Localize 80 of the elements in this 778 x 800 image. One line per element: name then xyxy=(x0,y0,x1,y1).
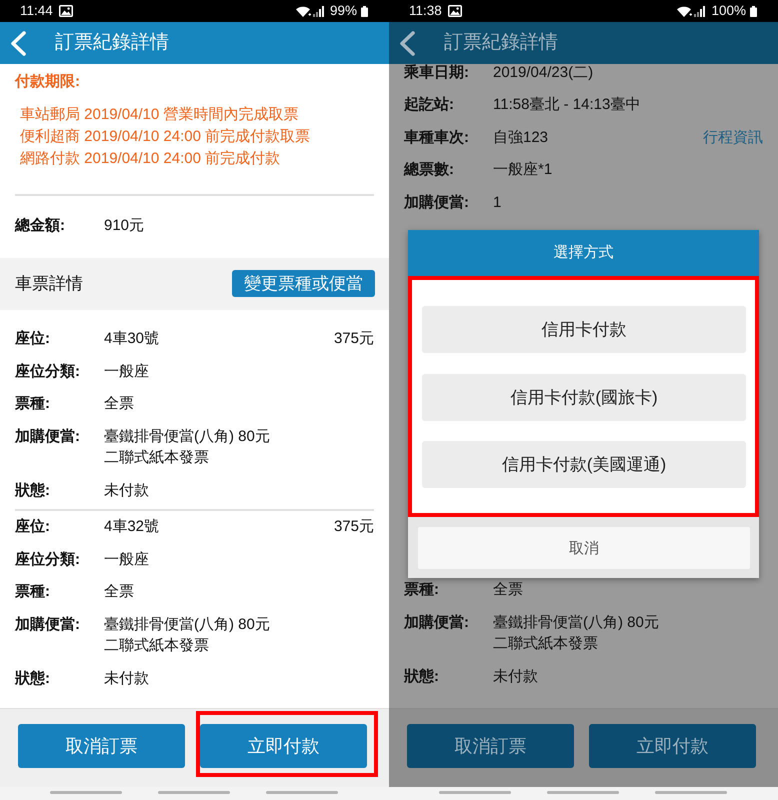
dialog-title: 選擇方式 xyxy=(408,230,759,276)
status-time: 11:44 xyxy=(20,3,53,19)
row-label: 座位: xyxy=(15,517,51,537)
action-button[interactable]: 取消訂票 xyxy=(18,724,185,768)
payment-option[interactable]: 信用卡付款 xyxy=(422,306,746,353)
battery-percent: 100% xyxy=(711,3,746,19)
row-value: 未付款 xyxy=(104,480,149,500)
row-value: 自強123 xyxy=(493,128,548,148)
row-value: 一般座*1 xyxy=(493,160,552,180)
row-value: 1 xyxy=(493,192,502,213)
battery-icon xyxy=(361,6,368,16)
change-ticket-button[interactable]: 變更票種或便當 xyxy=(232,270,375,296)
row-label: 加購便當: xyxy=(15,426,81,446)
nav-pill xyxy=(266,791,338,794)
action-button[interactable]: 立即付款 xyxy=(589,724,756,768)
row-value: 未付款 xyxy=(493,666,538,686)
row-price: 375元 xyxy=(334,329,374,349)
nav-pill xyxy=(547,791,619,794)
battery-icon xyxy=(750,6,757,16)
row-label: 總票數: xyxy=(404,160,455,180)
row-label: 總金額: xyxy=(15,216,66,236)
row-label: 車種車次: xyxy=(404,128,470,148)
row-label: 加購便當: xyxy=(15,614,81,634)
status-time: 11:38 xyxy=(409,3,442,19)
row-label: 乘車日期: xyxy=(404,64,470,83)
deadline-line: 便利超商 2019/04/10 24:00 前完成付款取票 xyxy=(20,127,310,147)
row-label: 座位分類: xyxy=(15,550,81,570)
section-title: 車票詳情 xyxy=(15,273,83,295)
battery-percent: 99% xyxy=(330,3,357,19)
action-button[interactable]: 取消訂票 xyxy=(407,724,574,768)
deadline-title: 付款期限: xyxy=(15,72,81,92)
image-icon xyxy=(448,5,462,17)
back-icon[interactable] xyxy=(399,30,415,56)
nav-pill xyxy=(655,791,727,794)
trip-info-link[interactable]: 行程資訊 xyxy=(703,128,763,148)
screen-title: 訂票紀錄詳情 xyxy=(444,31,558,55)
row-label: 票種: xyxy=(404,580,440,600)
row-value: 臺鐵排骨便當(八角) 80元 xyxy=(104,426,270,446)
row-label: 座位: xyxy=(15,329,51,349)
row-value: 4車30號 xyxy=(104,329,160,349)
row-label: 票種: xyxy=(15,394,51,414)
row-price: 375元 xyxy=(334,517,374,537)
row-value: 臺鐵排骨便當(八角) 80元 xyxy=(104,614,270,634)
row-value: 全票 xyxy=(104,394,134,414)
row-label: 狀態: xyxy=(15,668,51,688)
wifi-icon xyxy=(296,6,311,16)
payment-option[interactable]: 信用卡付款(國旅卡) xyxy=(422,374,746,420)
row-label: 起訖站: xyxy=(404,95,455,116)
row-label: 加購便當: xyxy=(404,612,470,632)
cancel-button[interactable]: 取消 xyxy=(418,527,750,569)
row-label: 加購便當: xyxy=(404,192,470,213)
row-label: 座位分類: xyxy=(15,362,81,382)
nav-pill xyxy=(50,791,122,794)
row-value: 4車32號 xyxy=(104,517,160,537)
row-value: 全票 xyxy=(493,580,523,600)
row-label: 票種: xyxy=(15,582,51,602)
row-value: 二聯式紙本發票 xyxy=(104,448,209,468)
row-label: 狀態: xyxy=(404,666,440,686)
row-value: 一般座 xyxy=(104,362,149,382)
row-value: 一般座 xyxy=(104,550,149,570)
signal-icon xyxy=(694,6,706,16)
deadline-line: 網路付款 2019/04/10 24:00 前完成付款 xyxy=(20,149,280,169)
row-value: 910元 xyxy=(104,216,144,236)
image-icon xyxy=(58,5,73,17)
row-value: 二聯式紙本發票 xyxy=(493,634,598,654)
row-value: 11:58臺北 - 14:13臺中 xyxy=(493,95,640,116)
row-label: 狀態: xyxy=(15,480,51,500)
nav-pill xyxy=(439,791,511,794)
screen-title: 訂票紀錄詳情 xyxy=(55,31,169,55)
row-value: 二聯式紙本發票 xyxy=(104,636,209,656)
payment-option[interactable]: 信用卡付款(美國運通) xyxy=(422,441,746,488)
wifi-icon xyxy=(677,6,692,16)
deadline-line: 車站郵局 2019/04/10 營業時間內完成取票 xyxy=(20,105,298,125)
action-button[interactable]: 立即付款 xyxy=(200,724,367,768)
signal-icon xyxy=(312,6,324,16)
row-value: 全票 xyxy=(104,582,134,602)
row-value: 未付款 xyxy=(104,668,149,688)
nav-pill xyxy=(158,791,230,794)
row-value: 臺鐵排骨便當(八角) 80元 xyxy=(493,612,659,632)
row-value: 2019/04/23(二) xyxy=(493,64,594,83)
